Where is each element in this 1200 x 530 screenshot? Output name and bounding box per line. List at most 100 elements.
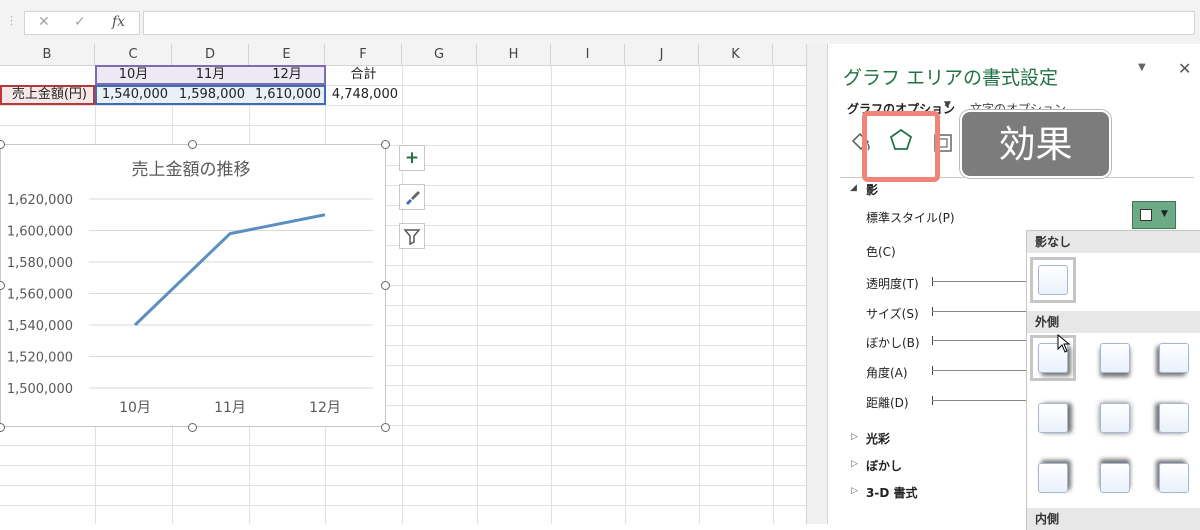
col-header-i[interactable]: I	[551, 44, 625, 65]
gridline	[0, 125, 806, 126]
section-3d-format[interactable]: 3-D 書式	[866, 484, 917, 501]
chart-area[interactable]: 売上金額の推移 1,620,000 1,600,000 1,580,000 1,560…	[0, 144, 386, 427]
col-header-e[interactable]: E	[249, 44, 325, 65]
expanded-triangle-icon: ◢	[850, 183, 857, 193]
preset-outer-9[interactable]	[1159, 463, 1189, 493]
col-header-f[interactable]: F	[325, 44, 402, 65]
insert-function-icon[interactable]: fx	[112, 14, 125, 30]
y-tick-label: 1,540,000	[7, 319, 73, 334]
cell-c-value[interactable]: 1,540,000	[95, 84, 172, 105]
y-tick-label: 1,520,000	[7, 351, 73, 366]
chart-styles-button[interactable]	[399, 184, 425, 210]
preset-no-shadow[interactable]	[1038, 265, 1068, 295]
cell-e-header[interactable]: 12月	[249, 64, 325, 85]
cell-e-value[interactable]: 1,610,000	[249, 84, 325, 105]
chevron-down-icon[interactable]: ▼	[944, 100, 951, 110]
label-distance: 距離(D)	[866, 396, 909, 410]
col-header-h[interactable]: H	[477, 44, 551, 65]
gridline	[625, 65, 626, 524]
resize-handle[interactable]	[188, 423, 197, 432]
shadow-presets-gallery[interactable]: 影なし 外側 内側	[1026, 230, 1200, 530]
label-preset: 標準スタイル(P)	[866, 211, 955, 225]
label-color: 色(C)	[866, 245, 896, 259]
cell-f-value[interactable]: 4,748,000	[325, 84, 402, 105]
filter-icon	[403, 229, 421, 246]
gridline	[551, 65, 552, 524]
preset-swatch	[1140, 209, 1152, 221]
cell-f-header[interactable]: 合計	[325, 64, 402, 85]
gridline	[0, 505, 806, 506]
collapsed-triangle-icon: ▷	[851, 459, 858, 469]
formula-bar: ⋮ ✕ ✓ fx	[0, 0, 1200, 45]
callout-label: 効果	[960, 110, 1111, 178]
x-tick-label: 12月	[309, 400, 341, 416]
cancel-icon[interactable]: ✕	[38, 14, 50, 30]
column-headers: B C D E F G H I J K	[0, 44, 806, 66]
col-header-j[interactable]: J	[625, 44, 699, 65]
chevron-down-icon: ▼	[1161, 209, 1168, 219]
resize-handle[interactable]	[381, 140, 390, 149]
close-icon[interactable]: ✕	[1178, 59, 1191, 78]
gridline	[477, 65, 478, 524]
preset-outer-8[interactable]	[1100, 463, 1130, 493]
y-tick-label: 1,580,000	[7, 256, 73, 271]
chart-gridlines	[89, 198, 373, 389]
x-tick-label: 11月	[214, 400, 246, 416]
cell-c-header[interactable]: 10月	[95, 64, 172, 85]
resize-handle[interactable]	[0, 423, 5, 432]
section-glow[interactable]: 光彩	[866, 430, 890, 447]
slider-track	[932, 340, 1026, 341]
resize-handle[interactable]	[381, 423, 390, 432]
gridline	[0, 105, 806, 106]
x-tick-label: 10月	[119, 400, 151, 416]
pane-options-chevron-icon[interactable]: ▼	[1138, 62, 1146, 73]
label-size: サイズ(S)	[866, 307, 919, 321]
preset-outer-2[interactable]	[1100, 343, 1130, 373]
col-header-b[interactable]: B	[0, 44, 95, 65]
preset-outer-3[interactable]	[1159, 343, 1189, 373]
label-angle: 角度(A)	[866, 366, 908, 380]
chart-title[interactable]: 売上金額の推移	[132, 160, 251, 180]
formula-input[interactable]	[143, 11, 1195, 35]
slider-track	[932, 400, 1026, 401]
preset-outer-5[interactable]	[1100, 403, 1130, 433]
col-header-g[interactable]: G	[402, 44, 477, 65]
vertical-scrollbar[interactable]	[806, 44, 828, 524]
chart-elements-button[interactable]: +	[399, 145, 425, 171]
pane-title: グラフ エリアの書式設定	[843, 67, 1059, 89]
preset-dropdown[interactable]: ▼	[1132, 201, 1176, 229]
series-line	[133, 213, 326, 327]
series-line-path[interactable]	[133, 213, 326, 327]
worksheet: B C D E F G H I J K 10月 11月 12月 合計 売上金額(…	[0, 44, 806, 524]
cell-b-label[interactable]: 売上金額(円)	[0, 84, 93, 105]
col-header-k[interactable]: K	[699, 44, 773, 65]
col-header-c[interactable]: C	[95, 44, 172, 65]
col-header-d[interactable]: D	[172, 44, 249, 65]
y-axis-labels: 1,620,000 1,600,000 1,580,000 1,560,000 1,54…	[7, 193, 73, 397]
gridline	[0, 485, 806, 486]
enter-icon[interactable]: ✓	[74, 14, 86, 30]
preset-outer-4[interactable]	[1038, 403, 1068, 433]
section-soft-edges[interactable]: ぼかし	[866, 457, 902, 474]
collapsed-triangle-icon: ▷	[851, 486, 858, 496]
label-transparency: 透明度(T)	[866, 277, 919, 291]
effects-tab-highlight	[862, 111, 940, 182]
slider-track	[932, 281, 1026, 282]
mouse-cursor-icon	[1057, 333, 1071, 358]
cell-d-header[interactable]: 11月	[172, 64, 249, 85]
gridline	[402, 65, 403, 524]
gallery-header-inner: 内側	[1027, 508, 1200, 530]
brush-icon	[406, 191, 420, 205]
resize-handle[interactable]	[188, 140, 197, 149]
y-tick-label: 1,560,000	[7, 288, 73, 303]
cell-d-value[interactable]: 1,598,000	[172, 84, 249, 105]
resize-handle[interactable]	[381, 281, 390, 290]
gallery-header-outer: 外側	[1027, 311, 1200, 333]
section-shadow[interactable]: 影	[866, 181, 878, 198]
gridline	[699, 65, 700, 524]
gridline	[0, 465, 806, 466]
preset-outer-6[interactable]	[1159, 403, 1189, 433]
slider-track	[932, 370, 1026, 371]
chart-filters-button[interactable]	[399, 223, 425, 249]
preset-outer-7[interactable]	[1038, 463, 1068, 493]
